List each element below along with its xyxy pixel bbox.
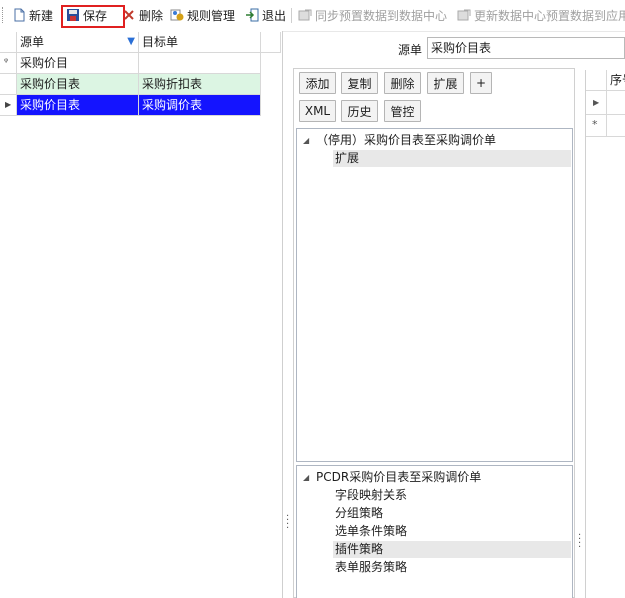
update-preset-label: 更新数据中心预置数据到应用 — [474, 8, 625, 23]
collapse-arrow-icon[interactable]: ◢ — [303, 473, 309, 482]
tree-node-root[interactable]: （停用）采购价目表至采购调价单 — [316, 132, 496, 149]
row-indicator-current[interactable]: ▶ — [0, 95, 17, 116]
update-icon — [457, 8, 471, 22]
rules-button[interactable]: 规则管理 — [170, 5, 235, 25]
tree-node-extend-label: 扩展 — [335, 151, 360, 165]
update-preset-button[interactable]: 更新数据中心预置数据到应用 — [457, 5, 625, 25]
table-cell-text: 采购价目表 — [20, 98, 81, 112]
table-row-cell-source[interactable]: 采购价目表 — [17, 74, 139, 95]
filter-icon[interactable]: ▼ — [127, 32, 135, 52]
policy-tree[interactable]: ◢ PCDR采购价目表至采购调价单 字段映射关系 分组策略 选单条件策略 插件策… — [296, 465, 573, 598]
extend-button-label: 扩展 — [433, 76, 458, 91]
history-button-label: 历史 — [347, 104, 372, 119]
table-row-cell-target[interactable]: 采购折扣表 — [139, 74, 261, 95]
exit-icon — [245, 8, 259, 22]
table-row-cell-source-selected[interactable]: 采购价目表 — [17, 95, 139, 116]
row-indicator-header — [0, 32, 17, 53]
tree-node-label: 字段映射关系 — [335, 488, 408, 502]
left-splitter-grip[interactable]: · · · · — [286, 512, 289, 534]
toolbar: 新建 保存 删除 规则管理 退出 同步预置数据到数据中心 更新数据中心预置数据到… — [0, 0, 625, 32]
delete-button-label: 删除 — [139, 8, 164, 23]
delete-rule-button[interactable]: 删除 — [384, 72, 421, 94]
tree-node-form-service[interactable]: 表单服务策略 — [335, 559, 407, 576]
control-button-label: 管控 — [390, 104, 415, 119]
filter-input-source-value: 采购价目 — [20, 56, 69, 70]
new-button[interactable]: 新建 — [12, 5, 53, 25]
right-grid-row-indicator[interactable]: ▶ — [586, 91, 607, 115]
exit-button[interactable]: 退出 — [245, 5, 286, 25]
source-field-input[interactable]: 采购价目表 — [427, 37, 625, 59]
sync-icon — [298, 8, 312, 22]
column-header-source-label: 源单 — [20, 35, 45, 49]
filter-input-source[interactable]: 采购价目 — [17, 53, 139, 74]
copy-button[interactable]: 复制 — [341, 72, 378, 94]
right-grid-new-row-indicator[interactable]: * — [586, 115, 607, 137]
extend-button[interactable]: 扩展 — [427, 72, 464, 94]
table-cell-text: 采购调价表 — [142, 98, 203, 112]
tree-node-group-policy[interactable]: 分组策略 — [335, 505, 383, 522]
tree-node-select-condition[interactable]: 选单条件策略 — [335, 523, 407, 540]
row-indicator[interactable] — [0, 74, 17, 95]
tree-node-policy-root[interactable]: PCDR采购价目表至采购调价单 — [316, 469, 481, 486]
tree-node-extend[interactable]: 扩展 — [333, 150, 571, 167]
collapse-arrow-icon[interactable]: ◢ — [303, 136, 309, 145]
right-grid-header-index[interactable]: 序号 — [607, 70, 625, 91]
tree-node-policy-root-label: PCDR采购价目表至采购调价单 — [316, 470, 482, 484]
exit-button-label: 退出 — [262, 8, 287, 23]
tree-node-label: 插件策略 — [335, 542, 384, 556]
rules-icon — [170, 8, 184, 22]
header-filler — [261, 32, 281, 53]
right-grid-new-cell[interactable] — [607, 115, 625, 137]
right-grid-header-label: 序号 — [610, 73, 625, 87]
filter-input-target[interactable] — [139, 53, 261, 74]
add-button-label: 添加 — [305, 76, 330, 91]
rule-tree[interactable]: ◢ （停用）采购价目表至采购调价单 扩展 — [296, 128, 573, 462]
xml-button[interactable]: XML — [299, 100, 336, 122]
sync-preset-button[interactable]: 同步预置数据到数据中心 — [298, 5, 447, 25]
column-header-target-label: 目标单 — [142, 35, 179, 49]
table-cell-text: 采购价目表 — [20, 77, 81, 91]
right-grid: 序号 ▶ * — [585, 70, 625, 598]
xml-button-label: XML — [304, 104, 331, 118]
copy-button-label: 复制 — [347, 76, 372, 91]
table-cell-text: 采购折扣表 — [142, 77, 203, 91]
filter-row-indicator: ᵠ — [0, 53, 17, 74]
add-button[interactable]: 添加 — [299, 72, 336, 94]
right-grid-corner — [586, 70, 607, 91]
plus-button[interactable]: + — [470, 72, 492, 94]
tree-node-root-label: （停用）采购价目表至采购调价单 — [316, 133, 497, 147]
tree-node-field-mapping[interactable]: 字段映射关系 — [335, 487, 407, 504]
tree-node-plugin-policy[interactable]: 插件策略 — [333, 541, 571, 558]
source-field-value: 采购价目表 — [431, 41, 492, 55]
toolbar-separator — [291, 8, 292, 23]
rule-list-grid: 源单 ▼ 目标单 ᵠ 采购价目 采购价目表 采购折扣表 ▶ 采购价目表 采购调价… — [0, 31, 283, 598]
plus-button-label: + — [475, 76, 487, 90]
column-header-target[interactable]: 目标单 — [139, 32, 261, 53]
tree-node-label: 选单条件策略 — [335, 524, 408, 538]
history-button[interactable]: 历史 — [341, 100, 378, 122]
tree-node-label: 分组策略 — [335, 506, 384, 520]
delete-button[interactable]: 删除 — [122, 5, 163, 25]
control-button[interactable]: 管控 — [384, 100, 421, 122]
rules-button-label: 规则管理 — [187, 8, 236, 23]
source-field-label: 源单 — [398, 43, 423, 57]
new-document-icon — [12, 8, 26, 22]
delete-rule-button-label: 删除 — [390, 76, 415, 91]
right-grid-cell[interactable] — [607, 91, 625, 115]
table-row-cell-target-selected[interactable]: 采购调价表 — [139, 95, 261, 116]
middle-splitter-grip[interactable]: · · · · — [578, 531, 581, 553]
sync-preset-label: 同步预置数据到数据中心 — [315, 8, 448, 23]
delete-cross-icon — [122, 8, 136, 22]
column-header-source[interactable]: 源单 ▼ — [17, 32, 139, 53]
save-highlight-box — [61, 5, 125, 28]
tree-node-label: 表单服务策略 — [335, 560, 408, 574]
toolbar-grip — [2, 7, 5, 23]
new-button-label: 新建 — [29, 8, 54, 23]
